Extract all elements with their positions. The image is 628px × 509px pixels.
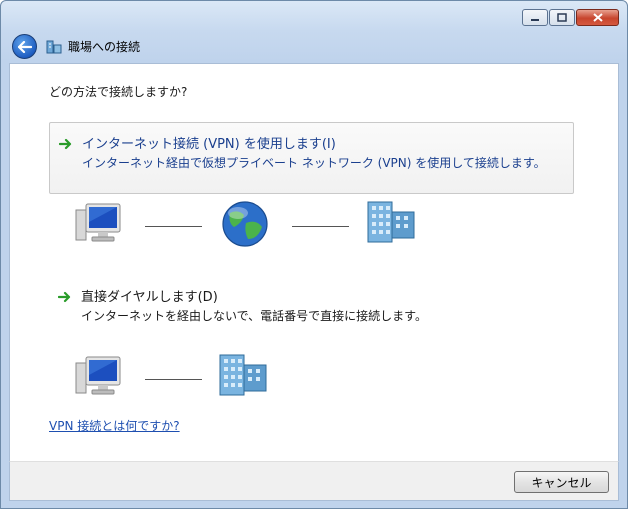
window-title: 職場への接続 [68, 40, 141, 54]
globe-icon [222, 201, 268, 247]
green-arrow-icon [58, 291, 71, 303]
office-building-icon [367, 201, 415, 243]
workplace-network-icon [46, 40, 62, 54]
office-building-icon [219, 354, 267, 396]
window-controls [522, 9, 619, 26]
direct-dial-diagram [10, 352, 620, 412]
maximize-button[interactable] [549, 9, 575, 26]
connection-method-prompt: どの方法で接続しますか? [49, 85, 188, 99]
button-bar: キャンセル [9, 461, 619, 501]
direct-dial-option[interactable]: 直接ダイヤルします(D) インターネットを経由しないで、電話番号で直接に接続しま… [49, 276, 574, 348]
vpn-help-link[interactable]: VPN 接続とは何ですか? [49, 417, 180, 434]
direct-dial-option-description: インターネットを経由しないで、電話番号で直接に接続します。 [81, 309, 427, 323]
connection-line [145, 379, 202, 380]
window: 職場への接続 どの方法で接続しますか? インターネット接続 (VPN) を使用し… [0, 0, 628, 509]
minimize-icon [531, 18, 539, 21]
maximize-icon [557, 13, 567, 22]
computer-icon [75, 356, 121, 395]
title-bar: 職場への接続 [1, 1, 627, 63]
close-button[interactable] [576, 9, 619, 26]
back-button[interactable] [12, 34, 37, 59]
connection-line [145, 226, 202, 227]
minimize-button[interactable] [522, 9, 548, 26]
vpn-diagram [10, 199, 620, 259]
connection-line [292, 226, 349, 227]
vpn-option-title: インターネット接続 (VPN) を使用します(I) [82, 137, 336, 152]
green-arrow-icon [59, 138, 72, 150]
cancel-button[interactable]: キャンセル [514, 471, 609, 493]
back-arrow-icon [17, 40, 32, 53]
close-icon [592, 13, 603, 22]
computer-icon [75, 203, 121, 242]
vpn-option[interactable]: インターネット接続 (VPN) を使用します(I) インターネット経由で仮想プラ… [49, 122, 574, 194]
wizard-content: どの方法で接続しますか? インターネット接続 (VPN) を使用します(I) イ… [9, 63, 619, 461]
direct-dial-option-title: 直接ダイヤルします(D) [81, 290, 218, 305]
vpn-option-description: インターネット経由で仮想プライベート ネットワーク (VPN) を使用して接続し… [82, 156, 546, 170]
